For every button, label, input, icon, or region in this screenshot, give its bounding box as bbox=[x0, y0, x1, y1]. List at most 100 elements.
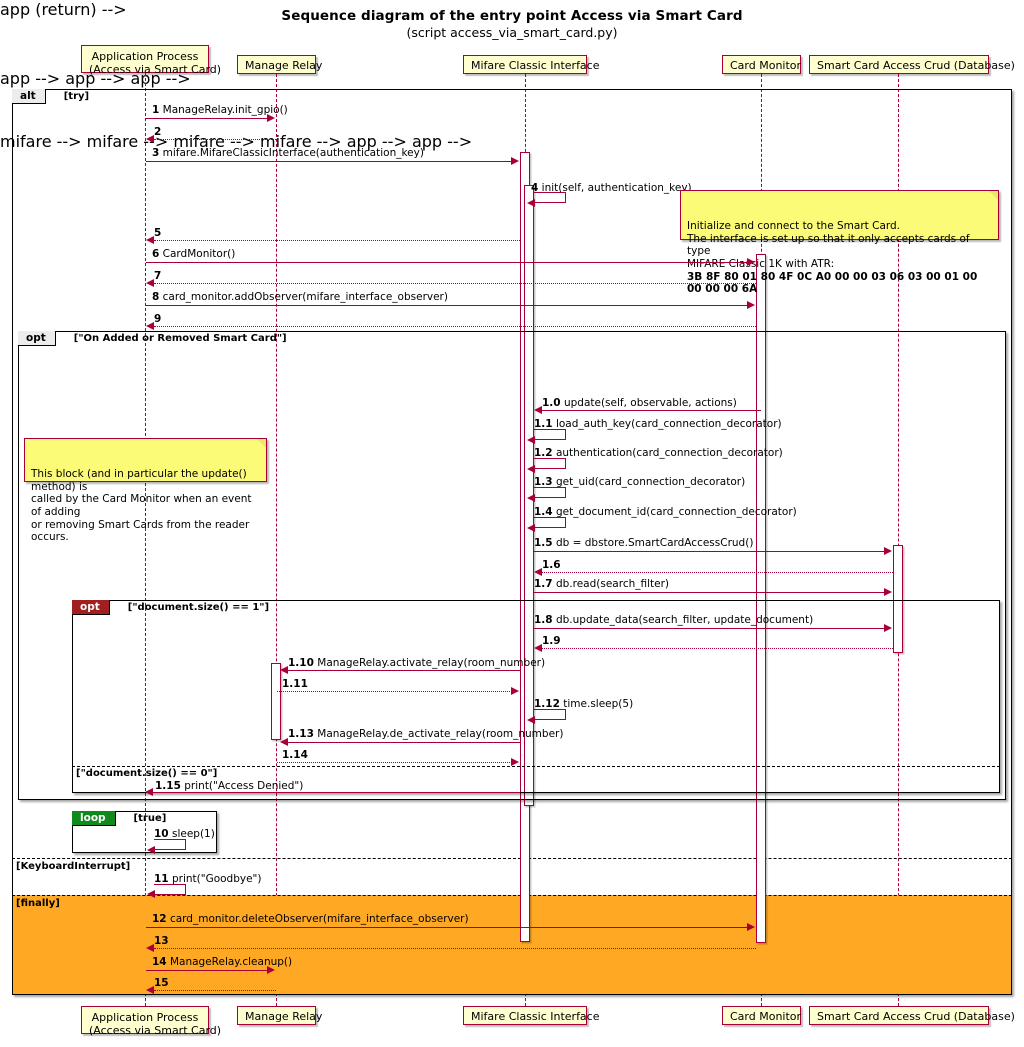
message-1-11-label: 1.11 bbox=[282, 678, 308, 690]
message-1-4-label: 1.4 get_document_id(card_connection_deco… bbox=[534, 506, 797, 518]
message-15-line bbox=[154, 990, 276, 991]
message-11-selfloop bbox=[154, 884, 186, 895]
message-1-1-arrow bbox=[527, 436, 535, 444]
participant-app-bottom-line2: (Access via Smart Card) bbox=[89, 1024, 222, 1037]
participant-relay-bottom[interactable]: Manage Relay bbox=[237, 1006, 322, 1025]
message-1-9-line bbox=[542, 648, 893, 649]
message-1-10-label: 1.10 ManageRelay.activate_relay(room_num… bbox=[288, 657, 546, 669]
message-1-9-label: 1.9 bbox=[542, 635, 561, 647]
message-7-line bbox=[154, 283, 756, 284]
alt-divider-keyboardinterrupt bbox=[12, 858, 1012, 859]
message-1-5-label: 1.5 db = dbstore.SmartCardAccessCrud() bbox=[534, 537, 754, 549]
message-1-14-line bbox=[277, 762, 512, 763]
message-3-arrow bbox=[511, 157, 519, 165]
message-1-7-label: 1.7 db.read(search_filter) bbox=[534, 578, 670, 590]
fragment-opt-outer-condition: ["On Added or Removed Smart Card"] bbox=[73, 333, 287, 344]
message-4-selfloop bbox=[534, 192, 566, 203]
message-2-label: 2 bbox=[154, 126, 162, 138]
message-1-10-line bbox=[288, 670, 520, 671]
message-1-15-label: 1.15 print("Access Denied") bbox=[155, 780, 304, 792]
message-1-arrow bbox=[267, 114, 275, 122]
note-update-block: This block (and in particular the update… bbox=[24, 438, 267, 543]
opt-inner-else-condition: ["document.size() == 0"] bbox=[76, 768, 218, 779]
message-1-3-arrow bbox=[527, 494, 535, 502]
message-9-line bbox=[154, 326, 756, 327]
participant-app-top[interactable]: Application Process (Access via Smart Ca… bbox=[81, 45, 221, 76]
fragment-loop-header: loop [true] bbox=[72, 811, 166, 826]
message-1-line bbox=[146, 118, 268, 119]
message-1-14-arrow bbox=[511, 758, 519, 766]
fragment-loop-tag: loop bbox=[72, 811, 116, 826]
message-1-13-line bbox=[288, 742, 520, 743]
message-15-label: 15 bbox=[154, 977, 169, 989]
message-1-8-label: 1.8 db.update_data(search_filter, update… bbox=[534, 614, 814, 626]
message-1-5-arrow bbox=[884, 547, 892, 555]
participant-mifare-bottom[interactable]: Mifare Classic Interface bbox=[463, 1006, 600, 1025]
fragment-opt-outer-header: opt ["On Added or Removed Smart Card"] bbox=[18, 331, 287, 346]
participant-app-bottom[interactable]: Application Process (Access via Smart Ca… bbox=[81, 1006, 222, 1037]
message-1-6-line bbox=[542, 572, 893, 573]
message-4-arrow bbox=[527, 199, 535, 207]
message-3-line bbox=[146, 161, 512, 162]
message-12-label: 12 card_monitor.deleteObserver(mifare_in… bbox=[152, 913, 469, 925]
fragment-opt-inner-tag: opt bbox=[72, 600, 110, 615]
message-6-label: 6 CardMonitor() bbox=[152, 248, 236, 260]
diagram-subtitle: (script access_via_smart_card.py) bbox=[406, 25, 618, 40]
message-7-arrow bbox=[146, 279, 154, 287]
alt-else-keyboardinterrupt-label: [KeyboardInterrupt] bbox=[16, 861, 131, 872]
message-1-1-selfloop bbox=[534, 429, 566, 440]
message-1-4-selfloop bbox=[534, 517, 566, 528]
message-1-15-arrow bbox=[145, 788, 153, 796]
message-1-12-arrow bbox=[527, 716, 535, 724]
message-11-arrow bbox=[147, 890, 155, 898]
participant-relay-top[interactable]: Manage Relay bbox=[237, 55, 322, 74]
message-1-13-label: 1.13 ManageRelay.de_activate_relay(room_… bbox=[288, 728, 564, 740]
message-8-line bbox=[146, 305, 748, 306]
message-1-11-arrow bbox=[511, 687, 519, 695]
message-1-2-selfloop bbox=[534, 458, 566, 469]
message-1-15-line bbox=[153, 792, 520, 793]
message-5-arrow bbox=[146, 236, 154, 244]
message-1-6-arrow bbox=[534, 568, 542, 576]
message-1-3-selfloop bbox=[534, 487, 566, 498]
fragment-opt-inner-header: opt ["document.size() == 1"] bbox=[72, 600, 269, 615]
message-12-line bbox=[146, 927, 748, 928]
note-smart-card-init: Initialize and connect to the Smart Card… bbox=[680, 190, 999, 295]
fragment-loop-condition: [true] bbox=[133, 813, 167, 824]
message-10-arrow bbox=[147, 846, 155, 854]
participant-mifare-top[interactable]: Mifare Classic Interface bbox=[463, 55, 600, 74]
message-6-line bbox=[146, 262, 748, 263]
message-1-0-arrow bbox=[534, 406, 542, 414]
message-1-5-line bbox=[534, 551, 885, 552]
participant-monitor-bottom[interactable]: Card Monitor bbox=[722, 1006, 801, 1025]
message-1-0-label: 1.0 update(self, observable, actions) bbox=[542, 397, 737, 409]
participant-app-bottom-line1: Application Process bbox=[91, 1011, 199, 1024]
message-13-label: 13 bbox=[154, 935, 169, 947]
message-1-7-line bbox=[534, 592, 885, 593]
message-1-1-label: 1.1 load_auth_key(card_connection_decora… bbox=[534, 418, 782, 430]
participant-monitor-top[interactable]: Card Monitor bbox=[722, 55, 801, 74]
participant-db-top[interactable]: Smart Card Access Crud (Database) bbox=[809, 55, 1015, 74]
message-7-label: 7 bbox=[154, 270, 162, 282]
message-1-7-arrow bbox=[884, 588, 892, 596]
participant-app-line1: Application Process bbox=[91, 50, 199, 63]
participant-db-bottom[interactable]: Smart Card Access Crud (Database) bbox=[809, 1006, 1015, 1025]
message-1-10-arrow bbox=[280, 666, 288, 674]
message-1-13-arrow bbox=[280, 738, 288, 746]
message-1-14-label: 1.14 bbox=[282, 749, 308, 761]
fragment-alt-tag: alt bbox=[12, 89, 46, 104]
message-2-line bbox=[154, 139, 276, 140]
message-13-line bbox=[154, 948, 756, 949]
message-13-arrow bbox=[146, 944, 154, 952]
message-5-label: 5 bbox=[154, 227, 162, 239]
message-1-8-line bbox=[534, 628, 885, 629]
note-fold-corner bbox=[989, 191, 998, 200]
message-15-arrow bbox=[146, 986, 154, 994]
message-1-12-selfloop bbox=[534, 709, 566, 720]
message-8-arrow bbox=[747, 301, 755, 309]
message-1-0-line bbox=[542, 410, 761, 411]
note-update-fold-corner bbox=[257, 439, 266, 448]
message-1-9-arrow bbox=[534, 644, 542, 652]
fragment-opt-outer-tag: opt bbox=[18, 331, 56, 346]
message-1-4-arrow bbox=[527, 524, 535, 532]
